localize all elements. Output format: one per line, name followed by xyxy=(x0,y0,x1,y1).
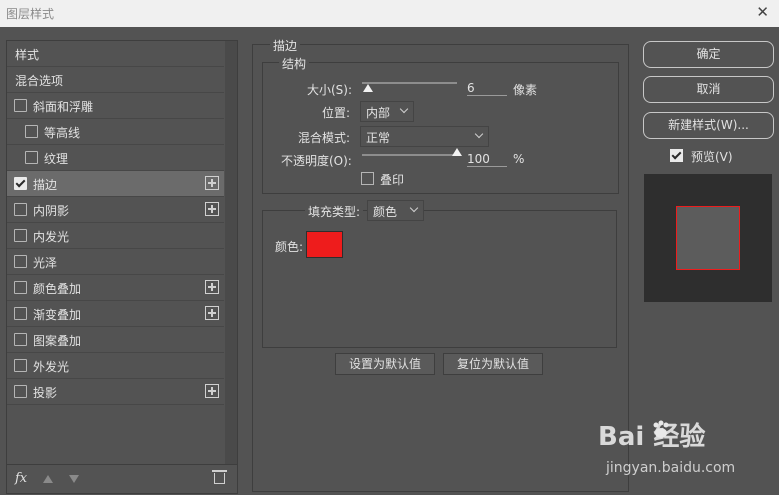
sidebar-item[interactable]: 描边 xyxy=(7,171,224,197)
sidebar-item-checkbox[interactable] xyxy=(14,385,27,398)
opacity-label: 不透明度(O): xyxy=(281,154,352,168)
preview-label: 预览(V) xyxy=(691,150,733,164)
add-effect-icon[interactable] xyxy=(205,280,219,294)
sidebar-item-label: 等高线 xyxy=(44,126,81,140)
sidebar-item-checkbox[interactable] xyxy=(25,125,38,138)
size-label: 大小(S): xyxy=(307,83,353,97)
move-up-icon[interactable] xyxy=(43,475,53,483)
add-effect-icon[interactable] xyxy=(205,306,219,320)
watermark-sub: jingyan.baidu.com xyxy=(606,460,736,476)
opacity-input[interactable]: 100 xyxy=(467,152,507,167)
sidebar-item-label: 渐变叠加 xyxy=(33,308,82,322)
styles-panel: 样式 混合选项 斜面和浮雕等高线纹理描边内阴影内发光光泽颜色叠加渐变叠加图案叠加… xyxy=(6,40,238,494)
sidebar-item-checkbox[interactable] xyxy=(14,307,27,320)
chevron-down-icon xyxy=(474,129,484,139)
sidebar-item-checkbox[interactable] xyxy=(14,229,27,242)
styles-header[interactable]: 样式 xyxy=(7,41,224,67)
size-input[interactable]: 6 xyxy=(467,81,507,96)
sidebar-item-label: 内阴影 xyxy=(33,204,70,218)
reset-default-button[interactable]: 复位为默认值 xyxy=(443,353,543,375)
chevron-down-icon xyxy=(409,203,419,213)
sidebar-item-checkbox[interactable] xyxy=(25,151,38,164)
fill-type-label: 填充类型: xyxy=(305,203,364,220)
styles-header-label: 样式 xyxy=(15,48,40,62)
blend-mode-value: 正常 xyxy=(366,131,391,145)
watermark: Bai 经验 jingyan.baidu.com xyxy=(598,416,768,486)
sidebar-item-checkbox[interactable] xyxy=(14,203,27,216)
set-default-button[interactable]: 设置为默认值 xyxy=(335,353,435,375)
position-label: 位置: xyxy=(322,106,351,120)
paw-logo-icon xyxy=(653,420,669,438)
opacity-slider[interactable] xyxy=(362,148,462,156)
fill-type-value: 颜色 xyxy=(373,205,398,219)
size-slider[interactable] xyxy=(362,82,457,92)
styles-footer: fx xyxy=(7,464,237,494)
overprint-checkbox[interactable] xyxy=(361,172,374,185)
sidebar-item[interactable]: 外发光 xyxy=(7,353,224,379)
color-label: 颜色: xyxy=(275,240,304,254)
sidebar-item[interactable]: 内发光 xyxy=(7,223,224,249)
chevron-down-icon xyxy=(399,104,409,114)
move-down-icon[interactable] xyxy=(69,475,79,483)
sidebar-item[interactable]: 光泽 xyxy=(7,249,224,275)
sidebar-item-checkbox[interactable] xyxy=(14,99,27,112)
sidebar-item-label: 描边 xyxy=(33,178,58,192)
color-swatch[interactable] xyxy=(306,231,343,258)
sidebar-item[interactable]: 渐变叠加 xyxy=(7,301,224,327)
add-effect-icon[interactable] xyxy=(205,384,219,398)
fx-icon[interactable]: fx xyxy=(15,471,27,486)
sidebar-item-label: 颜色叠加 xyxy=(33,282,82,296)
sidebar-item[interactable]: 颜色叠加 xyxy=(7,275,224,301)
sidebar-item-checkbox[interactable] xyxy=(14,281,27,294)
add-effect-icon[interactable] xyxy=(205,202,219,216)
preview-checkbox[interactable] xyxy=(670,149,683,162)
add-effect-icon[interactable] xyxy=(205,176,219,190)
sidebar-item-label: 内发光 xyxy=(33,230,70,244)
sidebar-item-label: 图案叠加 xyxy=(33,334,82,348)
fill-type-select[interactable]: 颜色 xyxy=(367,200,424,221)
sidebar-item[interactable]: 等高线 xyxy=(7,119,224,145)
style-preview xyxy=(644,174,772,302)
opacity-value: 100 xyxy=(467,152,490,166)
opacity-slider-thumb[interactable] xyxy=(452,148,462,156)
cancel-button[interactable]: 取消 xyxy=(643,76,774,103)
window-title: 图层样式 xyxy=(6,7,55,21)
position-value: 内部 xyxy=(366,106,391,120)
styles-list: 样式 混合选项 斜面和浮雕等高线纹理描边内阴影内发光光泽颜色叠加渐变叠加图案叠加… xyxy=(7,41,224,405)
size-value: 6 xyxy=(467,81,475,95)
overprint-label: 叠印 xyxy=(380,173,405,187)
sidebar-item-label: 外发光 xyxy=(33,360,70,374)
position-select[interactable]: 内部 xyxy=(360,101,414,122)
preview-swatch xyxy=(676,206,740,270)
sidebar-item-checkbox[interactable] xyxy=(14,255,27,268)
trash-icon[interactable] xyxy=(212,470,227,484)
styles-scrollbar[interactable] xyxy=(225,41,237,464)
blend-mode-select[interactable]: 正常 xyxy=(360,126,489,147)
title-bar: 图层样式 ✕ xyxy=(0,0,779,27)
size-slider-thumb[interactable] xyxy=(362,84,373,92)
blend-options-item[interactable]: 混合选项 xyxy=(7,67,224,93)
sidebar-item[interactable]: 内阴影 xyxy=(7,197,224,223)
stroke-section-title: 描边 xyxy=(270,37,301,54)
sidebar-item-checkbox[interactable] xyxy=(14,177,27,190)
size-unit: 像素 xyxy=(513,83,538,97)
sidebar-item-label: 纹理 xyxy=(44,152,69,166)
sidebar-item-label: 光泽 xyxy=(33,256,58,270)
blend-options-label: 混合选项 xyxy=(15,74,64,88)
sidebar-item[interactable]: 投影 xyxy=(7,379,224,405)
structure-title: 结构 xyxy=(279,55,310,72)
close-icon[interactable]: ✕ xyxy=(756,3,769,21)
sidebar-item[interactable]: 图案叠加 xyxy=(7,327,224,353)
opacity-unit: % xyxy=(513,152,525,166)
sidebar-item-checkbox[interactable] xyxy=(14,333,27,346)
sidebar-item[interactable]: 斜面和浮雕 xyxy=(7,93,224,119)
ok-button[interactable]: 确定 xyxy=(643,41,774,68)
sidebar-item-checkbox[interactable] xyxy=(14,359,27,372)
sidebar-item[interactable]: 纹理 xyxy=(7,145,224,171)
sidebar-item-label: 斜面和浮雕 xyxy=(33,100,94,114)
blend-mode-label: 混合模式: xyxy=(298,131,351,145)
new-style-button[interactable]: 新建样式(W)... xyxy=(643,112,774,139)
sidebar-item-label: 投影 xyxy=(33,386,58,400)
